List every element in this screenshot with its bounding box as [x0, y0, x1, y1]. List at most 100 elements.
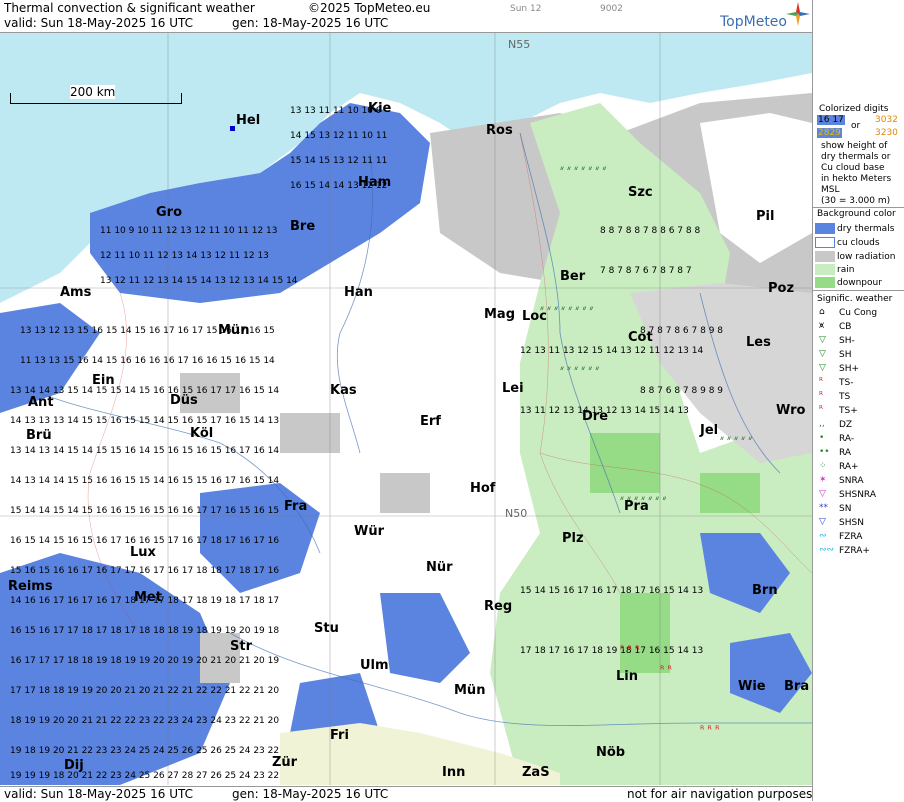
latitude-label-n50: N50: [505, 507, 528, 520]
legend-sig-item: RA: [839, 448, 852, 458]
city-label[interactable]: Ant: [28, 395, 54, 410]
topmeteo-logo: TopMeteo: [720, 14, 787, 30]
city-label[interactable]: Stu: [314, 621, 339, 636]
city-label[interactable]: Dre: [582, 409, 608, 424]
city-label[interactable]: Ulm: [360, 658, 389, 673]
city-label[interactable]: Reims: [8, 579, 53, 594]
city-label[interactable]: Bra: [784, 679, 809, 694]
legend-sigwx-title: Signific. weather: [817, 294, 893, 304]
city-label[interactable]: Mag: [484, 307, 515, 322]
city-label[interactable]: Str: [230, 639, 252, 654]
city-label[interactable]: Ber: [560, 269, 585, 284]
city-label[interactable]: Brn: [752, 583, 778, 598]
svg-text:ᐥ ᐥ ᐥ ᐥ ᐥ ᐥ ᐥ ᐥ: ᐥ ᐥ ᐥ ᐥ ᐥ ᐥ ᐥ ᐥ: [540, 306, 594, 316]
shower-snow-rain-icon: ▽: [819, 489, 826, 499]
rain-icon: ••: [819, 447, 830, 457]
shower-light-icon: ▽: [819, 335, 826, 345]
city-label[interactable]: Inn: [442, 765, 465, 780]
snow-icon: **: [819, 503, 828, 513]
city-marker: [230, 126, 235, 131]
legend-sig-item: SHSNRA: [839, 490, 876, 500]
snow-rain-icon: ✶: [819, 475, 827, 485]
city-label[interactable]: Jel: [700, 423, 718, 438]
city-label[interactable]: Lin: [616, 669, 638, 684]
city-label[interactable]: Köl: [190, 426, 213, 441]
city-label[interactable]: Ros: [486, 123, 513, 138]
city-label[interactable]: Wür: [354, 524, 384, 539]
city-label[interactable]: ZaS: [522, 765, 550, 780]
city-label[interactable]: Ham: [358, 175, 391, 190]
thunderstorm-icon: ᴿ: [819, 391, 823, 401]
weather-map[interactable]: 13 13 12 13 15 16 15 14 15 16 17 16 17 1…: [0, 33, 812, 785]
legend-sig-item: SH: [839, 350, 852, 360]
svg-text:11 13 13 15 16 14 15 16 16 16: 11 13 13 15 16 14 15 16 16 16 16 17 16 1…: [20, 356, 275, 366]
city-label[interactable]: Brü: [26, 428, 52, 443]
compass-star-icon: [786, 2, 810, 26]
freezing-rain-heavy-icon: ∾∾: [819, 545, 835, 555]
city-label[interactable]: Mün: [218, 323, 249, 338]
city-label[interactable]: Kie: [368, 101, 391, 116]
legend-sig-item: SHSN: [839, 518, 864, 528]
city-label[interactable]: Reg: [484, 599, 512, 614]
city-label[interactable]: Gro: [156, 205, 182, 220]
city-label[interactable]: Ams: [60, 285, 91, 300]
city-label[interactable]: Nöb: [596, 745, 625, 760]
scale-label: 200 km: [70, 85, 116, 99]
legend-sig-item: RA+: [839, 462, 859, 472]
svg-text:11 10 9 10 11 12 13 12 11 10 1: 11 10 9 10 11 12 13 12 11 10 11 12 13: [100, 226, 277, 236]
city-label[interactable]: Bre: [290, 219, 315, 234]
legend-example-cu-high: 3230: [875, 128, 898, 138]
city-label[interactable]: Lei: [502, 381, 524, 396]
swatch-low-radiation: [815, 251, 835, 262]
city-label[interactable]: Poz: [768, 281, 794, 296]
city-label[interactable]: Hel: [236, 113, 260, 128]
city-label[interactable]: Lux: [130, 545, 156, 560]
svg-text:13 12 11 12 13 14 15 14 13 12: 13 12 11 12 13 14 15 14 13 12 13 14 15 1…: [100, 276, 298, 286]
svg-text:ᐥ ᐥ ᐥ ᐥ ᐥ: ᐥ ᐥ ᐥ ᐥ ᐥ: [720, 436, 752, 446]
swatch-dry-thermals: [815, 223, 835, 234]
generated-time: gen: 18-May-2025 16 UTC: [232, 16, 389, 30]
city-label[interactable]: Pra: [624, 499, 649, 514]
city-label[interactable]: Düs: [170, 393, 198, 408]
svg-text:18 19 19 20 20 21 21 22 22 23: 18 19 19 20 20 21 21 22 22 23 22 23 24 2…: [10, 716, 279, 726]
city-label[interactable]: Kas: [330, 383, 357, 398]
cu-cong-icon: ⌂: [819, 307, 825, 317]
svg-text:19 18 19 20 21 22 23 23 24 25: 19 18 19 20 21 22 23 23 24 25 24 25 26 2…: [10, 746, 279, 756]
legend-example-cu: 3032: [875, 115, 898, 125]
city-label[interactable]: Met: [134, 590, 162, 605]
city-label[interactable]: Han: [344, 285, 373, 300]
svg-text:ᐥ ᐥ ᐥ ᐥ ᐥ ᐥ ᐥ: ᐥ ᐥ ᐥ ᐥ ᐥ ᐥ ᐥ: [560, 166, 607, 176]
cb-icon: ⩙: [819, 321, 825, 331]
city-label[interactable]: Dij: [64, 758, 84, 773]
city-label[interactable]: Fri: [330, 728, 349, 743]
city-label[interactable]: Ein: [92, 373, 115, 388]
svg-text:ᴿ ᴿ ᴿ: ᴿ ᴿ ᴿ: [700, 725, 720, 736]
svg-text:ᴿ ᴿ: ᴿ ᴿ: [660, 665, 673, 676]
footer-generated-time: gen: 18-May-2025 16 UTC: [232, 787, 389, 801]
city-label[interactable]: Wro: [776, 403, 805, 418]
city-label[interactable]: Loc: [522, 309, 547, 324]
city-label[interactable]: Cot: [628, 330, 653, 345]
swatch-cu-clouds: [815, 237, 835, 248]
map-canvas: 13 13 12 13 15 16 15 14 15 16 17 16 17 1…: [0, 33, 812, 785]
city-label[interactable]: Szc: [628, 185, 653, 200]
city-label[interactable]: Erf: [420, 414, 441, 429]
city-label[interactable]: Mün: [454, 683, 485, 698]
city-label[interactable]: Pil: [756, 209, 774, 224]
city-label[interactable]: Hof: [470, 481, 495, 496]
footer-bar: valid: Sun 18-May-2025 16 UTC gen: 18-Ma…: [0, 786, 812, 802]
city-label[interactable]: Plz: [562, 531, 584, 546]
rain-light-icon: •: [819, 433, 825, 443]
city-label[interactable]: Nür: [426, 560, 453, 575]
city-label[interactable]: Les: [746, 335, 771, 350]
legend-desc-line: MSL: [821, 185, 840, 195]
city-label[interactable]: Zür: [272, 755, 297, 770]
legend-sig-item: TS-: [839, 378, 854, 388]
latitude-label-n55: N55: [508, 38, 531, 51]
svg-text:16 17 17 17 18 18 19 18 19 19: 16 17 17 17 18 18 19 18 19 19 20 20 19 2…: [10, 656, 279, 666]
shower-heavy-icon: ▽: [819, 363, 826, 373]
footer-valid-time: valid: Sun 18-May-2025 16 UTC: [4, 787, 193, 801]
city-label[interactable]: Wie: [738, 679, 766, 694]
legend-desc-line: dry thermals or: [821, 152, 891, 162]
city-label[interactable]: Fra: [284, 499, 307, 514]
